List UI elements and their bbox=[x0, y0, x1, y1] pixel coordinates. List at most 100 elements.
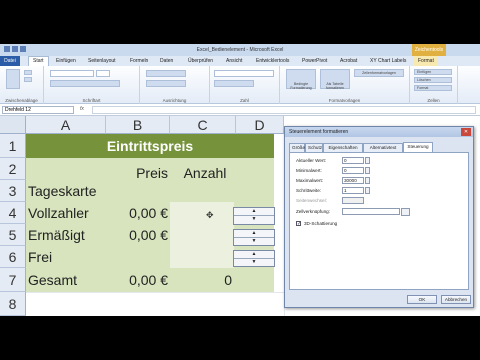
copy-icon[interactable] bbox=[24, 77, 32, 82]
spin-button-frei[interactable]: ▲ ▼ bbox=[233, 250, 275, 267]
tab-format[interactable]: Format bbox=[414, 56, 438, 66]
formula-bar: Drehfeld 12 fx bbox=[0, 104, 480, 116]
label-frei[interactable]: Frei bbox=[28, 246, 52, 268]
group-label: Zellen bbox=[427, 98, 440, 103]
step-spin-icon[interactable] bbox=[365, 187, 370, 194]
font-size-select[interactable] bbox=[96, 70, 110, 77]
current-value-spin-icon[interactable] bbox=[365, 157, 370, 164]
max-value-input[interactable]: 30000 bbox=[342, 177, 364, 184]
group-cells: Einfügen Löschen Format Zellen bbox=[410, 66, 458, 104]
align-buttons-top[interactable] bbox=[146, 70, 186, 77]
spin-down-icon[interactable]: ▼ bbox=[234, 238, 274, 246]
tab-properties[interactable]: Eigenschaften bbox=[323, 143, 363, 152]
max-value-spin-icon[interactable] bbox=[365, 177, 370, 184]
format-cells-button[interactable]: Format bbox=[414, 85, 452, 91]
tab-protection[interactable]: Schutz bbox=[305, 143, 323, 152]
cut-icon[interactable] bbox=[24, 70, 32, 75]
tab-powerpivot[interactable]: PowerPivot bbox=[302, 58, 327, 64]
current-value-label: Aktueller Wert: bbox=[296, 158, 327, 163]
tab-insert[interactable]: Einfügen bbox=[56, 58, 76, 64]
insert-cells-button[interactable]: Einfügen bbox=[414, 69, 452, 75]
row-header-3[interactable]: 3 bbox=[0, 180, 26, 202]
column-header-a[interactable]: A bbox=[26, 116, 106, 134]
number-format-buttons[interactable] bbox=[214, 80, 254, 87]
row-header-4[interactable]: 4 bbox=[0, 202, 26, 224]
spin-down-icon[interactable]: ▼ bbox=[234, 216, 274, 224]
tab-acrobat[interactable]: Acrobat bbox=[340, 58, 357, 64]
tab-alt-text[interactable]: Alternativtext bbox=[363, 143, 403, 152]
spin-up-icon[interactable]: ▲ bbox=[234, 251, 274, 259]
group-label: Formatvorlagen bbox=[328, 98, 361, 103]
row-header-8[interactable]: 8 bbox=[0, 292, 26, 316]
paste-icon[interactable] bbox=[6, 69, 20, 89]
fx-icon[interactable]: fx bbox=[80, 106, 84, 112]
current-value-input[interactable]: 0 bbox=[342, 157, 364, 164]
min-value-label: Minimalwert: bbox=[296, 168, 322, 173]
label-tageskarte[interactable]: Tageskarte bbox=[28, 180, 96, 202]
label-ermaessigt[interactable]: Ermäßigt bbox=[28, 224, 85, 246]
ok-button[interactable]: OK bbox=[407, 295, 437, 304]
tab-view[interactable]: Ansicht bbox=[226, 58, 242, 64]
font-format-buttons[interactable] bbox=[50, 80, 120, 87]
tab-control[interactable]: Steuerung bbox=[403, 142, 433, 152]
control-panel: Aktueller Wert: 0 Minimalwert: 0 Maximal… bbox=[289, 152, 469, 290]
ribbon-tabs: Datei Start Einfügen Seitenlayout Formel… bbox=[0, 56, 480, 66]
select-all-corner[interactable] bbox=[0, 116, 26, 134]
group-label: Schriftart bbox=[82, 98, 101, 103]
spin-down-icon[interactable]: ▼ bbox=[234, 259, 274, 267]
close-icon[interactable]: ✕ bbox=[461, 128, 471, 136]
format-control-dialog: Steuerelement formatieren ✕ Größe Schutz… bbox=[284, 126, 474, 308]
header-anzahl[interactable]: Anzahl bbox=[176, 162, 234, 184]
price-gesamt[interactable]: 0,00 € bbox=[106, 268, 168, 292]
tab-size[interactable]: Größe bbox=[289, 143, 305, 152]
tab-file[interactable]: Datei bbox=[0, 56, 20, 66]
row-header-2[interactable]: 2 bbox=[0, 158, 26, 180]
range-select-icon[interactable] bbox=[401, 208, 410, 216]
tab-start[interactable]: Start bbox=[28, 56, 49, 66]
dialog-title: Steuerelement formatieren bbox=[285, 127, 473, 137]
tab-developer[interactable]: Entwicklertools bbox=[256, 58, 289, 64]
spin-up-icon[interactable]: ▲ bbox=[234, 230, 274, 238]
name-box[interactable]: Drehfeld 12 bbox=[2, 106, 74, 114]
conditional-formatting-button[interactable]: Bedingte Formatierung bbox=[286, 69, 316, 90]
header-preis[interactable]: Preis bbox=[106, 162, 168, 184]
tab-xy-chart-labels[interactable]: XY Chart Labels bbox=[370, 58, 406, 64]
spin-button-ermaessigt[interactable]: ▲ ▼ bbox=[233, 229, 275, 246]
row-header-1[interactable]: 1 bbox=[0, 134, 26, 158]
group-label: Zwischenablage bbox=[5, 98, 38, 103]
font-family-select[interactable] bbox=[50, 70, 94, 77]
step-input[interactable]: 1 bbox=[342, 187, 364, 194]
cell-link-input[interactable] bbox=[342, 208, 400, 215]
group-alignment: Ausrichtung bbox=[140, 66, 210, 104]
number-format-select[interactable] bbox=[214, 70, 274, 77]
spin-up-icon[interactable]: ▲ bbox=[234, 208, 274, 216]
shading-3d-checkbox[interactable]: ✓ bbox=[296, 221, 301, 227]
align-buttons-bottom[interactable] bbox=[146, 80, 186, 87]
row-header-6[interactable]: 6 bbox=[0, 246, 26, 268]
tab-page-layout[interactable]: Seitenlayout bbox=[88, 58, 116, 64]
table-title[interactable]: Eintrittspreis bbox=[26, 134, 274, 158]
column-header-b[interactable]: B bbox=[106, 116, 170, 134]
label-gesamt[interactable]: Gesamt bbox=[28, 268, 77, 292]
delete-cells-button[interactable]: Löschen bbox=[414, 77, 452, 83]
row-header-5[interactable]: 5 bbox=[0, 224, 26, 246]
count-gesamt[interactable]: 0 bbox=[170, 268, 232, 292]
min-value-input[interactable]: 0 bbox=[342, 167, 364, 174]
spin-button-vollzahler[interactable]: ▲ ▼ bbox=[233, 207, 275, 225]
price-ermaessigt[interactable]: 0,00 € bbox=[106, 224, 168, 246]
letterbox-top bbox=[0, 0, 480, 44]
row-header-7[interactable]: 7 bbox=[0, 268, 26, 292]
cancel-button[interactable]: Abbrechen bbox=[441, 295, 471, 304]
tab-formulas[interactable]: Formeln bbox=[130, 58, 148, 64]
label-vollzahler[interactable]: Vollzahler bbox=[28, 202, 89, 224]
format-as-table-button[interactable]: Als Tabelle formatieren bbox=[320, 69, 350, 90]
formula-input[interactable] bbox=[92, 106, 476, 114]
min-value-spin-icon[interactable] bbox=[365, 167, 370, 174]
tab-review[interactable]: Überprüfen bbox=[188, 58, 213, 64]
tab-data[interactable]: Daten bbox=[160, 58, 173, 64]
column-header-d[interactable]: D bbox=[236, 116, 284, 134]
price-vollzahler[interactable]: 0,00 € bbox=[106, 202, 168, 224]
cell-styles-button[interactable]: Zellenformatvorlagen bbox=[354, 69, 404, 77]
column-header-c[interactable]: C bbox=[170, 116, 236, 134]
group-number: Zahl bbox=[210, 66, 280, 104]
